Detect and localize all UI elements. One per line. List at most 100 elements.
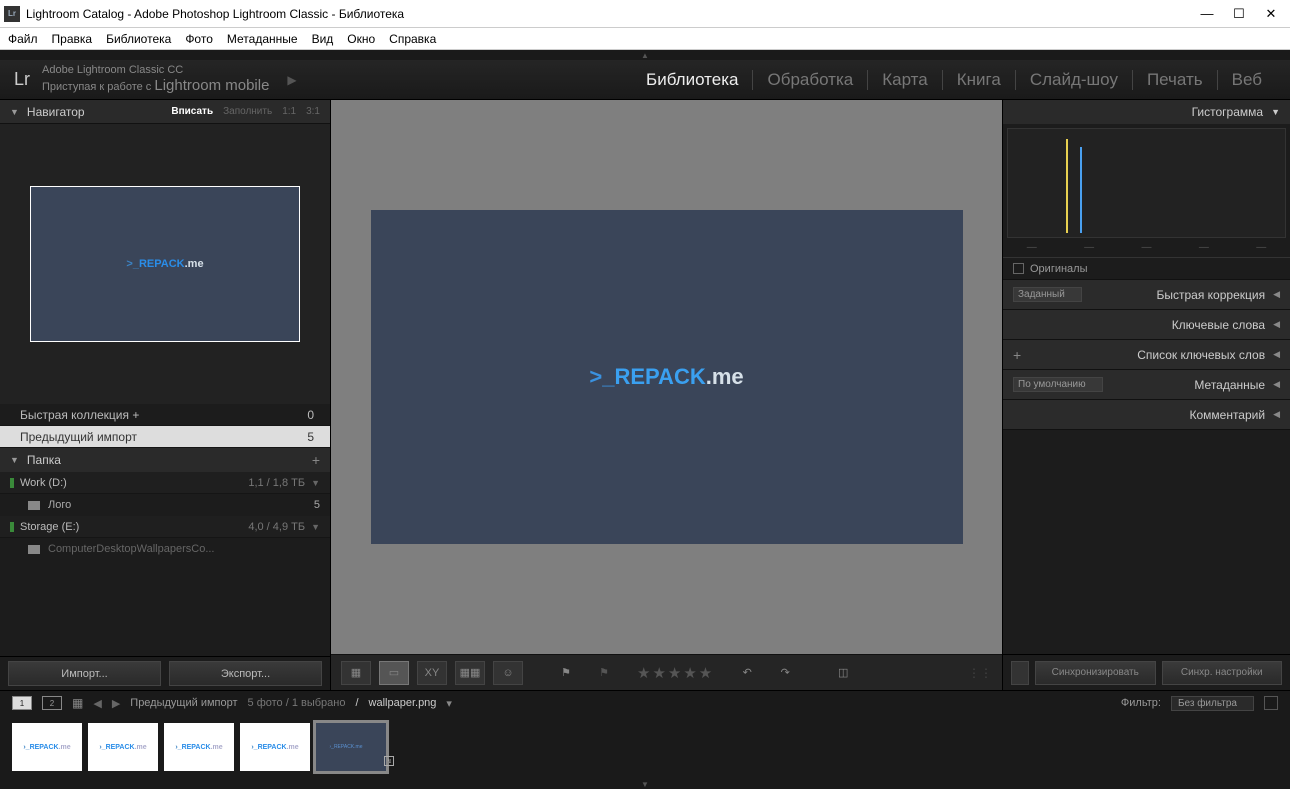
chevron-left-icon: ◀ xyxy=(1273,319,1280,330)
grid-icon[interactable]: ▦ xyxy=(72,696,83,710)
folder-wallpapers[interactable]: ComputerDesktopWallpapersCo... xyxy=(0,538,330,560)
app-header: Lr Adobe Lightroom Classic CC Приступая … xyxy=(0,60,1290,100)
menu-file[interactable]: Файл xyxy=(8,32,38,46)
top-panel-toggle[interactable]: ▲ xyxy=(0,50,1290,60)
nav-forward-icon[interactable]: ▶ xyxy=(112,697,120,710)
drive-storage-e[interactable]: Storage (E:) 4,0 / 4,9 ТБ ▼ xyxy=(0,516,330,538)
center-toolbar: ▦ ▭ XY ▦▦ ☺ ⚑ ⚑ ★★★★★ ↶ ↷ ◫ ⋮⋮ xyxy=(331,654,1002,690)
rotate-left-button[interactable]: ↶ xyxy=(732,661,762,685)
navigator-header[interactable]: ▼ Навигатор Вписать Заполнить 1:1 3:1 xyxy=(0,100,330,124)
filter-lock-icon[interactable] xyxy=(1264,696,1278,710)
crop-overlay-button[interactable]: ◫ xyxy=(828,661,858,685)
path-sep: / xyxy=(355,697,358,709)
module-library[interactable]: Библиотека xyxy=(632,70,753,90)
nav-fit[interactable]: Вписать xyxy=(171,106,213,117)
menu-library[interactable]: Библиотека xyxy=(106,32,171,46)
checkbox-icon[interactable] xyxy=(1013,263,1024,274)
survey-view-button[interactable]: ▦▦ xyxy=(455,661,485,685)
thumbnail[interactable]: ›_REPACK.me xyxy=(12,723,82,771)
module-slideshow[interactable]: Слайд-шоу xyxy=(1016,70,1133,90)
filename-dropdown-icon[interactable]: ▾ xyxy=(446,697,452,710)
photo-counts: 5 фото / 1 выбрано xyxy=(248,697,346,709)
close-button[interactable]: ✕ xyxy=(1264,7,1278,21)
catalog-quick-collection[interactable]: Быстрая коллекция + 0 xyxy=(0,404,330,426)
plus-icon[interactable]: + xyxy=(1013,347,1021,363)
keywords-header[interactable]: Ключевые слова ◀ xyxy=(1003,310,1290,340)
menu-metadata[interactable]: Метаданные xyxy=(227,32,298,46)
thumb-badge-icon: ↯ xyxy=(384,756,394,766)
module-web[interactable]: Веб xyxy=(1218,70,1276,90)
drive-work-d[interactable]: Work (D:) 1,1 / 1,8 ТБ ▼ xyxy=(0,472,330,494)
flag-reject-button[interactable]: ⚑ xyxy=(589,661,619,685)
loupe-view[interactable]: >_REPACK.me xyxy=(331,100,1002,654)
bottom-panel-toggle[interactable]: ▼ xyxy=(0,779,1290,789)
navigator-image: >_REPACK.me xyxy=(126,258,203,270)
module-print[interactable]: Печать xyxy=(1133,70,1218,90)
drive-status-icon xyxy=(10,522,14,532)
menu-window[interactable]: Окно xyxy=(347,32,375,46)
folder-icon xyxy=(28,545,40,554)
module-map[interactable]: Карта xyxy=(868,70,943,90)
app-icon: Lr xyxy=(4,6,20,22)
thumbnail-selected[interactable]: ›_REPACK.me↯ xyxy=(316,723,386,771)
chevron-down-icon: ▼ xyxy=(311,478,320,488)
menu-edit[interactable]: Правка xyxy=(52,32,93,46)
quick-develop-header[interactable]: Заданный Быстрая коррекция ◀ xyxy=(1003,280,1290,310)
rating-stars[interactable]: ★★★★★ xyxy=(637,664,714,682)
navigator-preview[interactable]: >_REPACK.me xyxy=(0,124,330,404)
module-book[interactable]: Книга xyxy=(943,70,1016,90)
minimize-button[interactable]: — xyxy=(1200,7,1214,21)
nav-3to1[interactable]: 3:1 xyxy=(306,106,320,117)
rotate-right-button[interactable]: ↷ xyxy=(770,661,800,685)
filmstrip[interactable]: ›_REPACK.me ›_REPACK.me ›_REPACK.me ›_RE… xyxy=(0,715,1290,779)
subtitle-line1: Adobe Lightroom Classic CC xyxy=(42,64,269,77)
folders-header[interactable]: ▼ Папка + xyxy=(0,448,330,472)
grid-view-button[interactable]: ▦ xyxy=(341,661,371,685)
comments-header[interactable]: Комментарий ◀ xyxy=(1003,400,1290,430)
maximize-button[interactable]: ☐ xyxy=(1232,7,1246,21)
sync-settings-button[interactable]: Синхр. настройки xyxy=(1162,661,1283,685)
menu-photo[interactable]: Фото xyxy=(185,32,213,46)
menu-view[interactable]: Вид xyxy=(312,32,334,46)
monitor-1-button[interactable]: 1 xyxy=(12,696,32,710)
monitor-2-button[interactable]: 2 xyxy=(42,696,62,710)
add-folder-icon[interactable]: + xyxy=(312,452,320,468)
keyword-list-header[interactable]: + Список ключевых слов ◀ xyxy=(1003,340,1290,370)
thumbnail[interactable]: ›_REPACK.me xyxy=(164,723,234,771)
chevron-down-icon: ▼ xyxy=(10,455,19,465)
play-icon[interactable]: ▶ xyxy=(287,73,296,87)
menu-help[interactable]: Справка xyxy=(389,32,436,46)
thumbnail[interactable]: ›_REPACK.me xyxy=(240,723,310,771)
catalog-previous-import[interactable]: Предыдущий импорт 5 xyxy=(0,426,330,448)
metadata-select[interactable]: По умолчанию xyxy=(1013,377,1103,392)
histogram-header[interactable]: Гистограмма ▼ xyxy=(1003,100,1290,124)
loupe-view-button[interactable]: ▭ xyxy=(379,661,409,685)
filter-select[interactable]: Без фильтра xyxy=(1171,696,1254,711)
folder-logo[interactable]: Лого 5 xyxy=(0,494,330,516)
nav-back-icon[interactable]: ◀ xyxy=(93,697,101,710)
window-titlebar: Lr Lightroom Catalog - Adobe Photoshop L… xyxy=(0,0,1290,28)
preset-select[interactable]: Заданный xyxy=(1013,287,1082,302)
source-location[interactable]: Предыдущий импорт xyxy=(130,697,237,709)
nav-1to1[interactable]: 1:1 xyxy=(282,106,296,117)
sync-button[interactable]: Синхронизировать xyxy=(1035,661,1156,685)
module-develop[interactable]: Обработка xyxy=(753,70,868,90)
drive-status-icon xyxy=(10,478,14,488)
subtitle-mobile[interactable]: Lightroom mobile xyxy=(154,77,269,94)
thumbnail[interactable]: ›_REPACK.me xyxy=(88,723,158,771)
subtitle-line2a: Приступая к работе с xyxy=(42,81,154,93)
people-view-button[interactable]: ☺ xyxy=(493,661,523,685)
nav-fill[interactable]: Заполнить xyxy=(223,106,272,117)
compare-view-button[interactable]: XY xyxy=(417,661,447,685)
histogram[interactable] xyxy=(1007,128,1286,238)
chevron-down-icon: ▼ xyxy=(10,107,19,117)
metadata-header[interactable]: По умолчанию Метаданные ◀ xyxy=(1003,370,1290,400)
export-button[interactable]: Экспорт... xyxy=(169,661,322,686)
lr-logo: Lr xyxy=(14,69,30,90)
originals-checkbox-row[interactable]: Оригиналы xyxy=(1003,258,1290,280)
filmstrip-area: 1 2 ▦ ◀ ▶ Предыдущий импорт 5 фото / 1 в… xyxy=(0,690,1290,779)
flag-pick-button[interactable]: ⚑ xyxy=(551,661,581,685)
current-filename[interactable]: wallpaper.png xyxy=(369,697,437,709)
import-button[interactable]: Импорт... xyxy=(8,661,161,686)
sync-toggle[interactable] xyxy=(1011,661,1029,685)
